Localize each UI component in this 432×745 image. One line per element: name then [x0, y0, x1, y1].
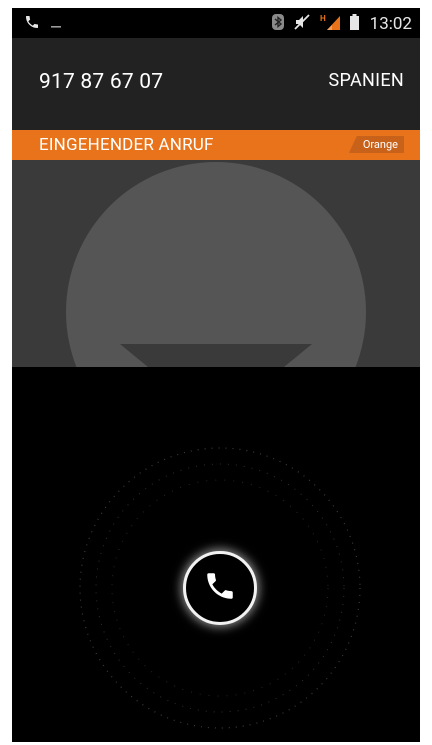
incoming-call-screen: H 13:02 917 87 67 07 SPANIEN EINGEHENDER…: [12, 8, 420, 742]
answer-area: [12, 367, 420, 742]
phone-icon: [24, 14, 40, 34]
status-time: 13:02: [369, 14, 412, 34]
signal-icon: H: [319, 13, 341, 35]
svg-text:H: H: [320, 14, 326, 23]
phone-answer-icon: [203, 569, 237, 607]
answer-call-button[interactable]: [183, 551, 257, 625]
call-state-banner: EINGEHENDER ANRUF Orange: [12, 130, 420, 160]
caller-location: SPANIEN: [328, 70, 404, 91]
default-avatar-icon: [66, 162, 366, 367]
carrier-badge: Orange: [348, 136, 404, 153]
bluetooth-icon: [271, 13, 285, 35]
notification-dash-icon: [50, 14, 62, 34]
caller-number: 917 87 67 07: [39, 70, 164, 94]
contact-photo: [12, 160, 420, 367]
status-bar: H 13:02: [12, 8, 420, 38]
call-state-label: EINGEHENDER ANRUF: [39, 135, 214, 155]
mute-icon: [293, 13, 311, 35]
battery-icon: [349, 13, 360, 35]
caller-header: 917 87 67 07 SPANIEN: [12, 38, 420, 130]
